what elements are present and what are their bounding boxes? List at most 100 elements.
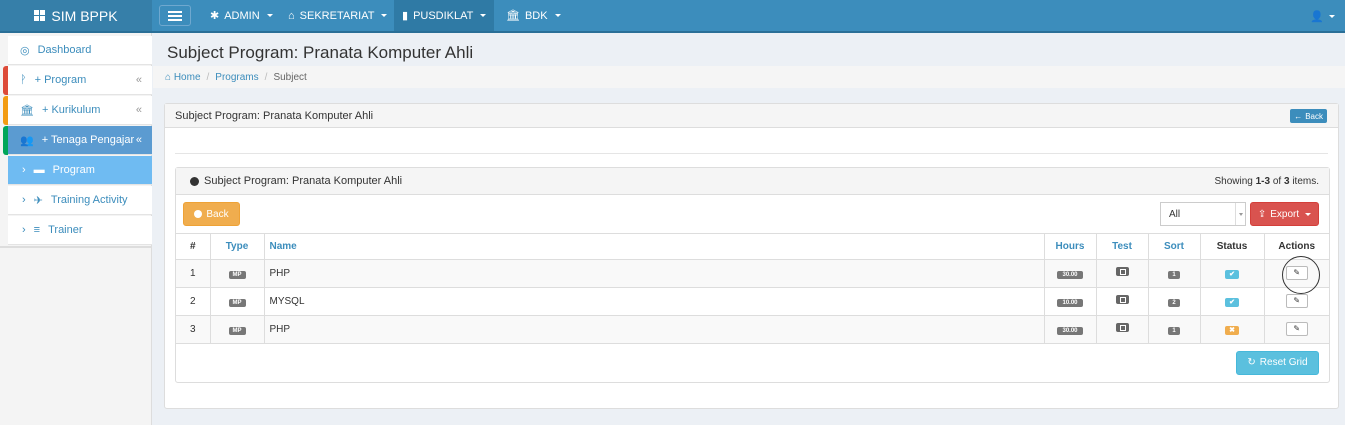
back-button-small[interactable]: ← Back bbox=[1290, 109, 1327, 123]
sort-badge: 2 bbox=[1168, 298, 1180, 307]
column-header-hours[interactable]: Hours bbox=[1044, 234, 1097, 260]
summary-prefix: Showing bbox=[1214, 176, 1253, 187]
subject-table: # Type Name Hours Test Sort Status Actio… bbox=[176, 234, 1329, 344]
grid-toolbar: Back All ⇪ Export bbox=[176, 195, 1329, 234]
nav-item-label: BDK bbox=[524, 9, 548, 22]
angle-left-icon: « bbox=[135, 134, 142, 146]
grid-footer: ↻ Reset Grid bbox=[176, 344, 1329, 382]
chevron-right-icon: › bbox=[22, 194, 26, 206]
grid-header: Subject Program: Pranata Komputer Ahli S… bbox=[176, 168, 1329, 195]
cell-actions: ✎ bbox=[1264, 259, 1329, 288]
chevron-down-icon bbox=[1329, 15, 1335, 18]
status-check-icon: ✔ bbox=[1225, 269, 1239, 279]
divider bbox=[175, 153, 1328, 154]
edit-button[interactable]: ✎ bbox=[1285, 322, 1308, 336]
breadcrumb-separator: / bbox=[264, 71, 268, 83]
status-check-icon: ✔ bbox=[1225, 297, 1239, 307]
sidebar-item-label: + Kurikulum bbox=[41, 104, 101, 116]
page-size-select-value: All bbox=[1169, 208, 1181, 220]
column-header-name[interactable]: Name bbox=[264, 234, 1045, 260]
grid-icon bbox=[34, 10, 46, 21]
breadcrumb: ⌂ Home / Programs / Subject bbox=[153, 66, 1345, 88]
globe-icon bbox=[190, 176, 199, 186]
cell-name: PHP bbox=[264, 259, 1045, 288]
reset-grid-button[interactable]: ↻ Reset Grid bbox=[1236, 350, 1319, 375]
user-menu[interactable]: 👤 bbox=[1310, 10, 1335, 23]
hours-badge: 10.00 bbox=[1057, 298, 1083, 307]
list-icon: ▬ bbox=[33, 164, 45, 176]
test-icon bbox=[1115, 295, 1129, 304]
color-marker bbox=[3, 126, 8, 155]
main-content: Subject Program: Pranata Komputer Ahli ⌂… bbox=[153, 33, 1345, 425]
cell-hours: 30.00 bbox=[1044, 315, 1097, 344]
nav-item-pusdiklat[interactable]: ▮ PUSDIKLAT bbox=[394, 0, 495, 31]
column-header-type[interactable]: Type bbox=[210, 234, 265, 260]
nav-item-bdk[interactable]: 🏛 BDK bbox=[498, 0, 569, 31]
page-title: Subject Program: Pranata Komputer Ahli bbox=[167, 43, 474, 62]
dashboard-icon: ◎ bbox=[20, 44, 30, 57]
sidebar-item-kurikulum[interactable]: 🏛 + Kurikulum « bbox=[3, 96, 152, 125]
chevron-down-icon bbox=[381, 14, 388, 17]
reset-grid-button-label: Reset Grid bbox=[1259, 357, 1308, 368]
gear-icon: ✱ bbox=[210, 10, 220, 22]
summary-of: of bbox=[1272, 176, 1282, 187]
breadcrumb-home[interactable]: ⌂ Home bbox=[165, 72, 201, 83]
column-header-test[interactable]: Test bbox=[1096, 234, 1149, 260]
cell-status: ✔ bbox=[1200, 259, 1265, 288]
top-navbar: SIM BPPK ✱ ADMIN ⌂ SEKRETARIAT ▮ PUSDIKL… bbox=[0, 0, 1345, 33]
sidebar-item-label: + Program bbox=[34, 74, 87, 86]
chevron-down-icon bbox=[554, 14, 561, 17]
back-button[interactable]: Back bbox=[183, 202, 240, 226]
export-icon: ⇪ bbox=[1257, 208, 1267, 220]
color-marker bbox=[3, 96, 8, 125]
brand-logo[interactable]: SIM BPPK bbox=[0, 0, 152, 31]
breadcrumb-programs[interactable]: Programs bbox=[215, 72, 258, 83]
sidebar-item-tenaga-pengajar[interactable]: 👥 + Tenaga Pengajar « bbox=[3, 126, 152, 155]
home-icon: ⌂ bbox=[165, 71, 172, 83]
cell-status: ✔ bbox=[1200, 287, 1265, 316]
grid-title: Subject Program: Pranata Komputer Ahli bbox=[204, 175, 403, 187]
sidebar-subitem-trainer[interactable]: › ≡ Trainer bbox=[8, 216, 152, 245]
sidebar-item-dashboard[interactable]: ◎ Dashboard bbox=[8, 36, 152, 65]
breadcrumb-current: Subject bbox=[273, 71, 307, 83]
cell-name: PHP bbox=[264, 315, 1045, 344]
edit-button[interactable]: ✎ bbox=[1285, 266, 1308, 280]
table-header-row: # Type Name Hours Test Sort Status Actio… bbox=[176, 234, 1329, 260]
cell-actions: ✎ bbox=[1264, 287, 1329, 316]
sidebar: ◎ Dashboard ᚹ + Program « 🏛 + Kurikulum … bbox=[0, 33, 152, 425]
sidebar-item-program[interactable]: ᚹ + Program « bbox=[3, 66, 152, 95]
sidebar-subitem-training-activity[interactable]: › ✈ Training Activity bbox=[8, 186, 152, 215]
table-row: 2 MP MYSQL 10.00 2 ✔ ✎ bbox=[176, 287, 1329, 316]
type-badge: MP bbox=[228, 270, 246, 279]
nav-item-admin[interactable]: ✱ ADMIN bbox=[202, 0, 281, 31]
brand-name: SIM BPPK bbox=[51, 7, 118, 24]
sidebar-toggle-button[interactable] bbox=[159, 5, 191, 26]
breadcrumb-separator: / bbox=[206, 71, 210, 83]
cell-type: MP bbox=[210, 259, 265, 288]
nav-item-sekretariat[interactable]: ⌂ SEKRETARIAT bbox=[280, 0, 395, 31]
chevron-down-icon bbox=[480, 14, 487, 17]
cell-sort: 1 bbox=[1148, 315, 1201, 344]
sort-badge: 1 bbox=[1168, 270, 1180, 279]
column-header-num: # bbox=[176, 234, 211, 260]
sidebar-subitem-program[interactable]: › ▬ Program bbox=[8, 156, 152, 185]
cell-hours: 30.00 bbox=[1044, 259, 1097, 288]
sidebar-item-label: + Tenaga Pengajar bbox=[41, 134, 135, 146]
cell-sort: 1 bbox=[1148, 259, 1201, 288]
column-header-sort[interactable]: Sort bbox=[1148, 234, 1201, 260]
cell-num: 1 bbox=[176, 259, 211, 288]
edit-button[interactable]: ✎ bbox=[1285, 294, 1308, 308]
angle-left-icon: « bbox=[135, 74, 142, 86]
cell-type: MP bbox=[210, 287, 265, 316]
test-icon bbox=[1115, 323, 1129, 332]
cell-num: 3 bbox=[176, 315, 211, 344]
export-button[interactable]: ⇪ Export bbox=[1250, 202, 1319, 226]
export-button-label: Export bbox=[1270, 208, 1300, 220]
sort-badge: 1 bbox=[1168, 326, 1180, 335]
cell-hours: 10.00 bbox=[1044, 287, 1097, 316]
cell-sort: 2 bbox=[1148, 287, 1201, 316]
cell-status: ✖ bbox=[1200, 315, 1265, 344]
summary-total: 3 bbox=[1283, 176, 1290, 187]
rocket-icon: ✈ bbox=[33, 194, 43, 207]
page-size-select[interactable]: All bbox=[1160, 202, 1246, 226]
